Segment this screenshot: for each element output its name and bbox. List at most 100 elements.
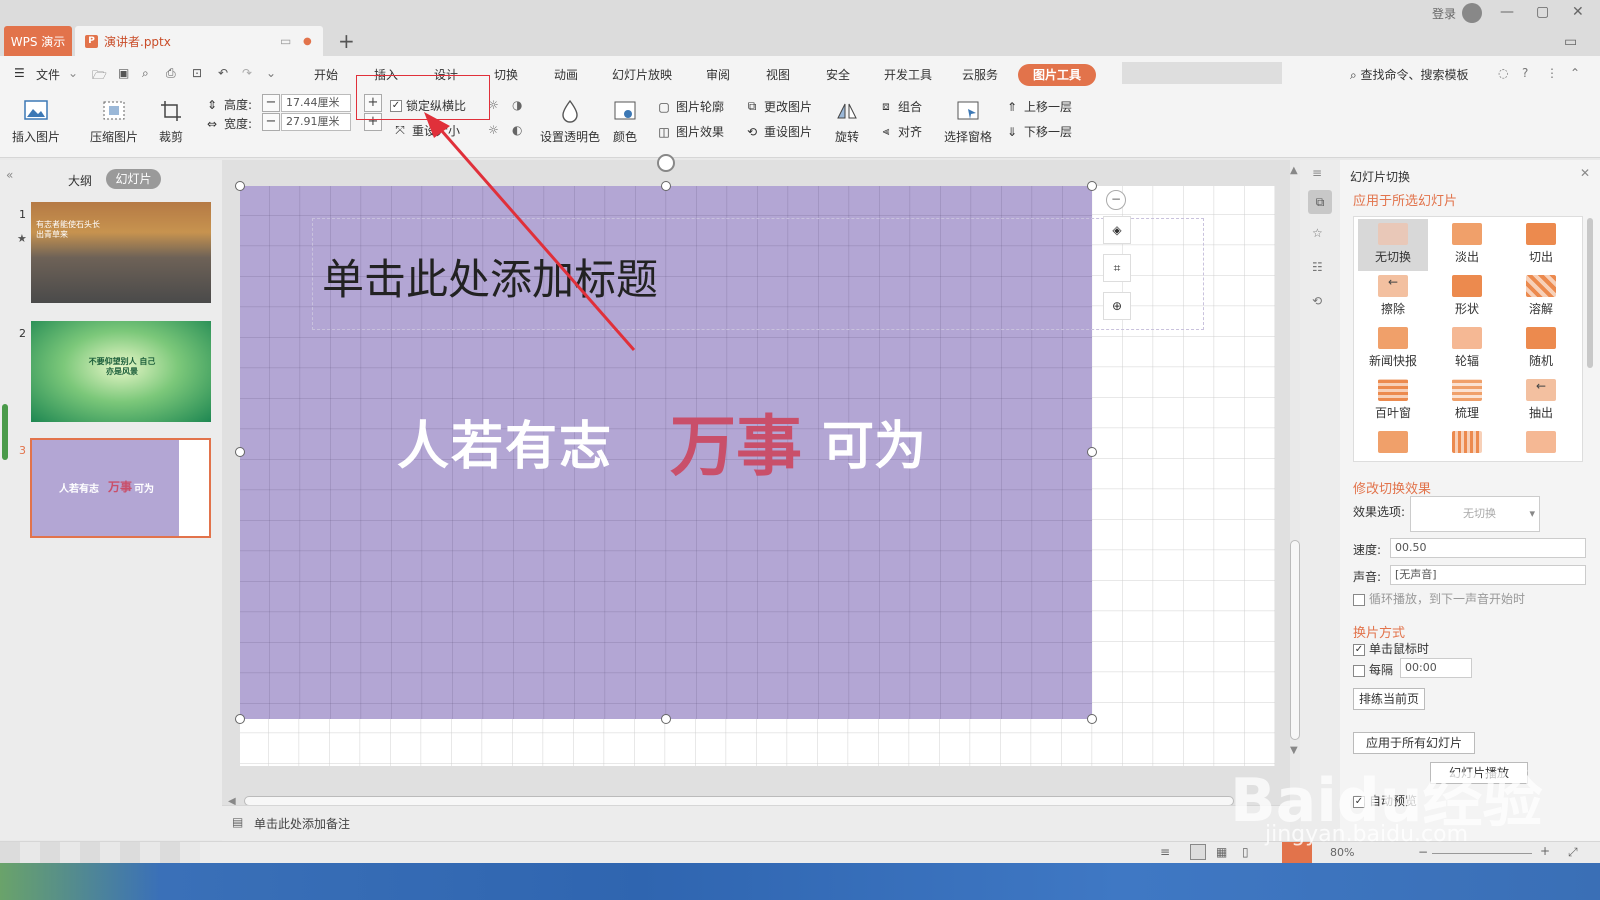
- new-tab-button[interactable]: +: [338, 29, 355, 53]
- resize-handle-top-right[interactable]: [1087, 181, 1097, 191]
- scroll-up-icon[interactable]: ▲: [1290, 165, 1298, 176]
- zoom-level[interactable]: 80%: [1330, 846, 1354, 859]
- transition-wheel[interactable]: 轮辐: [1432, 323, 1502, 375]
- reset-picture-button[interactable]: ⟲ 重设图片: [744, 123, 812, 140]
- command-search[interactable]: ⌕ 查找命令、搜索模板: [1350, 66, 1469, 83]
- hamburger-icon[interactable]: ☰: [14, 66, 25, 80]
- align-button[interactable]: ⫷ 对齐: [878, 123, 922, 140]
- on-click-checkbox[interactable]: ✓ 单击鼠标时: [1353, 640, 1429, 657]
- menu-cloud[interactable]: 云服务: [962, 66, 998, 83]
- width-decrease-button[interactable]: −: [262, 113, 280, 131]
- send-backward-button[interactable]: ⇓ 下移一层: [1004, 123, 1072, 140]
- slide-thumbnail-2[interactable]: 不要仰望别人 自己亦是风景: [31, 321, 211, 422]
- reading-view-icon[interactable]: ▯: [1242, 845, 1249, 859]
- app-tab-wps[interactable]: WPS 演示: [4, 26, 72, 56]
- every-time-input[interactable]: 00:00: [1400, 658, 1472, 678]
- transition-bars[interactable]: [1432, 427, 1502, 461]
- picture-effect-button[interactable]: ◫ 图片效果: [656, 123, 724, 140]
- panel-scroll-indicator[interactable]: [2, 404, 8, 460]
- compress-picture-button[interactable]: 压缩图片: [90, 98, 138, 145]
- bring-forward-button[interactable]: ⇑ 上移一层: [1004, 98, 1072, 115]
- resize-handle-left[interactable]: [235, 447, 245, 457]
- sound-select[interactable]: [无声音]: [1390, 565, 1586, 585]
- transition-newsflash[interactable]: 新闻快报: [1358, 323, 1428, 375]
- menu-slideshow[interactable]: 幻灯片放映: [612, 66, 672, 83]
- slide-thumbnail-1[interactable]: 有志者能使石头长出青草来: [31, 202, 211, 303]
- sidebar-toggle-icon[interactable]: ▭: [1564, 34, 1577, 50]
- resize-handle-right[interactable]: [1087, 447, 1097, 457]
- loop-sound-checkbox[interactable]: 循环播放，到下一声音开始时: [1353, 590, 1525, 607]
- layers-icon[interactable]: ◈: [1103, 216, 1131, 244]
- transition-checkerboard[interactable]: [1506, 427, 1576, 461]
- canvas-scrollbar[interactable]: [1290, 540, 1300, 740]
- speed-input[interactable]: 00.50: [1390, 538, 1586, 558]
- notes-toggle-icon[interactable]: ≡: [1160, 845, 1170, 859]
- customize-toolbar-icon[interactable]: ⌄: [266, 66, 276, 80]
- resize-handle-bottom-left[interactable]: [235, 714, 245, 724]
- transition-wipe[interactable]: ← 擦除: [1358, 271, 1428, 323]
- fit-window-icon[interactable]: ⤢: [1568, 845, 1578, 860]
- transition-fade[interactable]: 淡出: [1432, 219, 1502, 271]
- apply-all-button[interactable]: 应用于所有幻灯片: [1353, 732, 1475, 754]
- normal-view-icon[interactable]: [1190, 844, 1206, 860]
- menu-review[interactable]: 审阅: [706, 66, 730, 83]
- minimize-icon[interactable]: —: [1500, 4, 1514, 20]
- float-crop-icon[interactable]: ⌗: [1103, 254, 1131, 282]
- collapse-float-toolbar-icon[interactable]: −: [1106, 190, 1126, 210]
- effect-option-select[interactable]: 无切换 ▾: [1410, 496, 1540, 532]
- collapse-panel-icon[interactable]: «: [6, 168, 13, 182]
- transition-comb[interactable]: 梳理: [1432, 375, 1502, 427]
- monitor-icon[interactable]: ▭: [280, 34, 291, 48]
- crop-button[interactable]: 裁剪: [158, 98, 184, 145]
- notes-placeholder[interactable]: 单击此处添加备注: [254, 815, 350, 832]
- properties-icon[interactable]: ☷: [1312, 260, 1323, 274]
- rotate-button[interactable]: 旋转: [834, 98, 860, 145]
- contrast-up-icon[interactable]: ◑: [512, 98, 522, 112]
- transition-blinds[interactable]: 百叶窗: [1358, 375, 1428, 427]
- avatar[interactable]: [1462, 3, 1482, 23]
- height-decrease-button[interactable]: −: [262, 94, 280, 112]
- height-input[interactable]: 17.44厘米: [281, 94, 351, 112]
- every-checkbox[interactable]: 每隔: [1353, 661, 1393, 678]
- transition-cut[interactable]: 切出: [1506, 219, 1576, 271]
- more-icon[interactable]: ⋮: [1546, 66, 1558, 80]
- menu-file[interactable]: 文件: [36, 66, 60, 83]
- rotate-handle-icon[interactable]: [657, 154, 675, 172]
- transition-pull[interactable]: ← 抽出: [1506, 375, 1576, 427]
- menu-view[interactable]: 视图: [766, 66, 790, 83]
- menu-start[interactable]: 开始: [314, 66, 338, 83]
- zoom-out-icon[interactable]: −: [1418, 845, 1428, 859]
- transition-none[interactable]: 无切换: [1358, 219, 1428, 271]
- document-tab[interactable]: P 演讲者.pptx ▭ ●: [75, 26, 323, 56]
- width-input[interactable]: 27.91厘米: [281, 113, 351, 131]
- find-icon[interactable]: ⌕: [142, 66, 149, 81]
- selection-pane-button[interactable]: 选择窗格: [944, 98, 992, 145]
- resize-handle-bottom[interactable]: [661, 714, 671, 724]
- history-icon[interactable]: ⟲: [1312, 294, 1322, 308]
- gallery-scrollbar[interactable]: [1587, 218, 1593, 368]
- tab-picture-tools[interactable]: 图片工具: [1018, 64, 1096, 86]
- resize-handle-top-left[interactable]: [235, 181, 245, 191]
- panel-drag-icon[interactable]: ≡: [1312, 166, 1322, 180]
- transition-panel-icon[interactable]: ⧉: [1308, 190, 1332, 214]
- menu-transition[interactable]: 切换: [494, 66, 518, 83]
- insert-picture-button[interactable]: 插入图片: [12, 98, 60, 145]
- menu-developer[interactable]: 开发工具: [884, 66, 932, 83]
- open-folder-icon[interactable]: 🗁: [92, 66, 107, 87]
- change-picture-button[interactable]: ⧉ 更改图片: [744, 98, 812, 115]
- resize-handle-top[interactable]: [661, 181, 671, 191]
- comment-icon[interactable]: ◌: [1498, 66, 1508, 80]
- animation-panel-icon[interactable]: ☆: [1312, 226, 1323, 240]
- close-icon[interactable]: ✕: [1572, 4, 1584, 20]
- panel-close-icon[interactable]: ✕: [1580, 166, 1590, 180]
- print-icon[interactable]: ⎙: [166, 66, 176, 81]
- group-button[interactable]: ⧈ 组合: [878, 98, 922, 115]
- transition-random[interactable]: 随机: [1506, 323, 1576, 375]
- transition-dissolve[interactable]: 溶解: [1506, 271, 1576, 323]
- panel-header[interactable]: 幻灯片切换: [1350, 168, 1410, 185]
- rehearse-button[interactable]: 排练当前页: [1353, 688, 1425, 710]
- picture-outline-button[interactable]: ▢ 图片轮廓: [656, 98, 724, 115]
- login-link[interactable]: 登录: [1432, 5, 1456, 22]
- zoom-in-icon[interactable]: ⊕: [1103, 292, 1131, 320]
- slide-sorter-icon[interactable]: ▦: [1216, 845, 1227, 859]
